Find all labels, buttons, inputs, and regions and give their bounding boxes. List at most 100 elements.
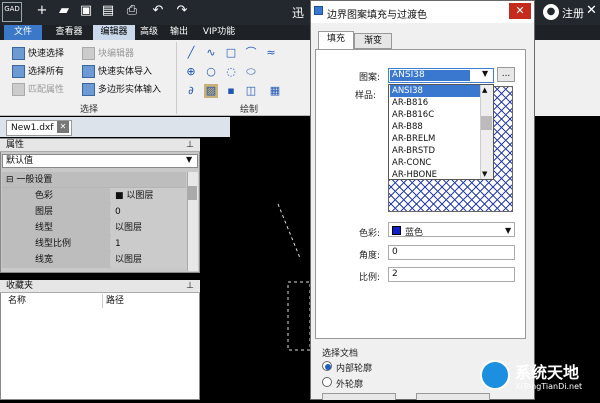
pin-icon[interactable]: ⊥ <box>186 280 194 293</box>
match-properties-button[interactable]: 匹配属性 <box>12 83 64 97</box>
select-all-button[interactable]: 选择所有 <box>12 65 64 79</box>
circle-tool-icon[interactable]: ⊕ <box>184 65 198 79</box>
dropdown-scrollbar[interactable] <box>480 85 493 179</box>
properties-section[interactable]: ⊟ 一般设置 <box>2 172 186 188</box>
match-properties-label: 匹配属性 <box>28 85 65 95</box>
property-value[interactable]: ■ 以图层 <box>111 188 187 204</box>
column-divider <box>102 294 103 308</box>
radio-inner-contour[interactable] <box>322 361 332 371</box>
boundary-tool-icon[interactable]: ◫ <box>244 84 258 98</box>
ellipse-tool-icon[interactable]: ⬭ <box>244 65 258 79</box>
redo-icon[interactable]: ↷ <box>174 3 190 19</box>
window-close-icon[interactable]: ✕ <box>586 3 597 18</box>
block-editor-label: 块编辑器 <box>98 49 135 59</box>
menu-output[interactable]: 输出 <box>166 25 192 40</box>
app-logo-text: GAD <box>4 5 20 13</box>
favorites-panel <box>0 280 200 400</box>
tab-fill[interactable]: 填充 <box>318 31 354 50</box>
outer-contour-label: 外轮廓 <box>336 380 364 390</box>
favorites-header: 收藏夹 ⊥ <box>0 280 200 293</box>
match-properties-icon <box>12 83 25 96</box>
favorites-column-path[interactable]: 路径 <box>106 294 124 308</box>
pin-icon[interactable]: ⊥ <box>186 139 194 152</box>
scroll-down-icon[interactable]: ▼ <box>482 170 487 178</box>
tab-gradient[interactable]: 渐变 <box>354 33 392 49</box>
app-logo: GAD <box>2 2 22 22</box>
plus-icon[interactable]: + <box>34 3 50 19</box>
menu-viewer[interactable]: 查看器 <box>50 25 88 40</box>
scale-input[interactable]: 2 <box>388 267 515 282</box>
entity-import-icon <box>82 65 95 78</box>
drawing-canvas[interactable] <box>200 138 311 400</box>
favorites-column-name[interactable]: 名称 <box>8 294 26 308</box>
circle-3p-tool-icon[interactable]: ◌ <box>224 65 238 79</box>
list-item[interactable]: AR-CONC <box>390 157 480 169</box>
menu-vip[interactable]: VIP功能 <box>197 25 241 40</box>
property-row[interactable]: 线型比例 1 <box>2 236 187 252</box>
list-item[interactable]: AR-BRELM <box>390 133 480 145</box>
save-as-icon[interactable]: ▤ <box>100 3 116 19</box>
list-item[interactable]: AR-B816C <box>390 109 480 121</box>
point-tool-icon[interactable]: ▪ <box>224 84 238 98</box>
property-row[interactable]: 线型 以图层 <box>2 220 187 236</box>
list-item[interactable]: AR-BRSTD <box>390 145 480 157</box>
menu-editor[interactable]: 编辑器 <box>93 25 135 40</box>
document-tab-label: New1.dxf <box>11 123 54 133</box>
chevron-down-icon[interactable]: ▼ <box>186 155 192 164</box>
pattern-browse-button[interactable]: ... <box>497 67 515 82</box>
list-item[interactable]: AR-B816 <box>390 97 480 109</box>
properties-scroll-thumb[interactable] <box>188 186 197 200</box>
user-icon[interactable]: ● <box>543 4 559 20</box>
radio-outer-contour[interactable] <box>322 377 332 387</box>
menu-file[interactable]: 文件 <box>4 25 42 40</box>
undo-icon[interactable]: ↶ <box>150 3 166 19</box>
quick-entity-import-button[interactable]: 快速实体导入 <box>82 65 152 79</box>
cancel-button[interactable] <box>416 393 490 400</box>
polyline-tool-icon[interactable]: ∿ <box>204 46 218 60</box>
watermark-url: XiTongTianDi.net <box>515 382 583 391</box>
save-icon[interactable]: ▣ <box>78 3 94 19</box>
property-value[interactable]: 1 <box>111 236 187 252</box>
property-row[interactable]: 图层 0 <box>2 204 187 220</box>
quick-entity-import-label: 快速实体导入 <box>98 67 153 77</box>
dropdown-scroll-thumb[interactable] <box>481 116 492 130</box>
table-tool-icon[interactable]: ▦ <box>268 84 282 98</box>
rectangle-tool-icon[interactable]: □ <box>224 46 238 60</box>
hatch-tool-icon[interactable]: ▨ <box>204 84 218 98</box>
property-row[interactable]: 色彩 ■ 以图层 <box>2 188 187 204</box>
list-item[interactable]: ANSI38 <box>390 85 480 97</box>
properties-selector[interactable]: 默认值 <box>2 154 198 168</box>
collapse-icon[interactable]: ⊟ <box>6 175 14 185</box>
register-link[interactable]: 注册 <box>562 5 584 21</box>
arc-tool-icon[interactable]: ⌒ <box>244 46 258 60</box>
tab-close-icon[interactable]: ✕ <box>57 121 69 133</box>
spline-tool-icon[interactable]: ≈ <box>264 46 278 60</box>
menu-advanced[interactable]: 高级 <box>136 25 162 40</box>
property-value[interactable]: 0 <box>111 204 187 220</box>
boundary-section-label: 选择文档 <box>322 349 359 359</box>
polygon-entity-input-button[interactable]: 多边形实体输入 <box>82 83 161 97</box>
curve-tool-icon[interactable]: ∂ <box>184 84 198 98</box>
ok-button[interactable] <box>322 393 396 400</box>
property-value[interactable]: 以图层 <box>111 252 187 268</box>
quick-select-button[interactable]: 快速选择 <box>12 47 64 61</box>
quick-select-label: 快速选择 <box>28 49 65 59</box>
circle-2p-tool-icon[interactable]: ○ <box>204 65 218 79</box>
list-item[interactable]: AR-B88 <box>390 121 480 133</box>
list-item[interactable]: AR-HBONE <box>390 169 480 181</box>
pattern-label: 图案: <box>359 73 381 83</box>
print-icon[interactable]: ⎙ <box>124 3 140 19</box>
scale-label: 比例: <box>359 273 381 283</box>
chevron-down-icon[interactable]: ▼ <box>505 226 511 235</box>
property-row[interactable]: 线宽 以图层 <box>2 252 187 268</box>
line-tool-icon[interactable]: ╱ <box>184 46 198 60</box>
folder-icon[interactable]: ▰ <box>56 3 72 19</box>
angle-input[interactable]: 0 <box>388 245 515 260</box>
property-value[interactable]: 以图层 <box>111 220 187 236</box>
chevron-down-icon[interactable]: ▼ <box>482 69 488 78</box>
dialog-close-button[interactable]: ✕ <box>509 3 531 19</box>
sample-label: 样品: <box>355 91 377 101</box>
block-editor-button[interactable]: 块编辑器 <box>82 47 134 61</box>
property-key: 图层 <box>2 204 110 220</box>
scroll-up-icon[interactable]: ▲ <box>482 86 487 94</box>
